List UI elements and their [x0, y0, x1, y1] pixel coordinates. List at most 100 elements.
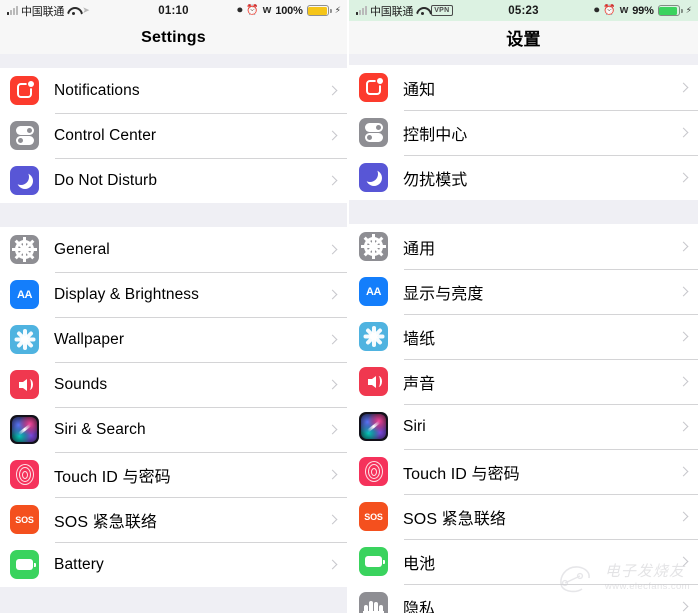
rotation-lock-icon: ⏺: [594, 4, 600, 16]
row-label: 墙纸: [403, 330, 436, 348]
sidebar-item-notifications[interactable]: Notifications: [0, 68, 347, 113]
left-nav-bar: Settings: [0, 21, 347, 54]
status-bar-right-group: ⏺ ⏰ w 99% ⚡: [594, 5, 692, 17]
row-label: 隐私: [403, 600, 436, 613]
battery-icon: [306, 5, 332, 16]
general-gear-icon: [359, 232, 388, 261]
display-brightness-icon: AA: [359, 277, 388, 306]
carrier-label: 中国联通: [21, 5, 65, 18]
row-label: 显示与亮度: [403, 285, 484, 303]
group-separator: [349, 200, 698, 224]
sidebar-item-siri[interactable]: Siri: [349, 404, 698, 449]
general-gear-icon: [10, 235, 39, 264]
battery-percent-label: 100%: [275, 4, 303, 17]
row-label: Touch ID 与密码: [403, 465, 520, 483]
row-label: Siri & Search: [54, 420, 146, 438]
lightning-bolt-icon: ⚡: [685, 5, 692, 15]
sos-icon: SOS: [359, 502, 388, 531]
chevron-right-icon: [327, 130, 338, 141]
row-label: Siri: [403, 417, 426, 435]
sidebar-item-wallpaper[interactable]: Wallpaper: [0, 317, 347, 362]
right-settings-list[interactable]: 通知 控制中心 勿扰模式 通用 AA 显示与亮度 墙纸 声音 Siri Touc…: [349, 54, 698, 613]
sidebar-item-general[interactable]: 通用: [349, 224, 698, 269]
sidebar-item-sounds[interactable]: 声音: [349, 359, 698, 404]
bluetooth-icon: w: [619, 4, 629, 16]
alarm-clock-icon: ⏰: [246, 4, 259, 16]
sos-icon: SOS: [10, 505, 39, 534]
sidebar-item-battery[interactable]: 电池: [349, 539, 698, 584]
signal-bars-icon: [7, 6, 18, 15]
list-top-spacer: [349, 54, 698, 65]
sidebar-item-touch-id[interactable]: Touch ID 与密码: [0, 452, 347, 497]
signal-bars-icon: [356, 6, 367, 15]
notifications-icon: [359, 73, 388, 102]
sidebar-item-sounds[interactable]: Sounds: [0, 362, 347, 407]
row-label: 声音: [403, 375, 436, 393]
sidebar-item-general[interactable]: General: [0, 227, 347, 272]
row-label: General: [54, 240, 110, 258]
right-settings-screen: 中国联通 VPN 05:23 ⏺ ⏰ w 99% ⚡ 设置 通知 控制中心 勿扰…: [349, 0, 698, 613]
row-label: Wallpaper: [54, 330, 125, 348]
notifications-icon: [10, 76, 39, 105]
display-brightness-icon: AA: [10, 280, 39, 309]
sidebar-item-wallpaper[interactable]: 墙纸: [349, 314, 698, 359]
sidebar-item-control-center[interactable]: 控制中心: [349, 110, 698, 155]
left-settings-screen: 中国联通 ➤ 01:10 ⏺ ⏰ w 100% ⚡ Settings Notif…: [0, 0, 349, 613]
battery-settings-icon: [359, 547, 388, 576]
siri-icon: [359, 412, 388, 441]
row-label: Battery: [54, 555, 104, 573]
chevron-right-icon: [678, 601, 689, 612]
sidebar-item-battery[interactable]: Battery: [0, 542, 347, 587]
sidebar-item-sos[interactable]: SOS SOS 紧急联络: [0, 497, 347, 542]
sidebar-item-notifications[interactable]: 通知: [349, 65, 698, 110]
row-label: Sounds: [54, 375, 108, 393]
touch-id-icon: [10, 460, 39, 489]
do-not-disturb-icon: [10, 166, 39, 195]
settings-group-system: General AA Display & Brightness Wallpape…: [0, 227, 347, 587]
chevron-right-icon: [678, 172, 689, 183]
row-label: SOS 紧急联络: [54, 513, 158, 531]
row-label: 电池: [403, 555, 436, 573]
sidebar-item-display-brightness[interactable]: AA 显示与亮度: [349, 269, 698, 314]
sidebar-item-do-not-disturb[interactable]: 勿扰模式: [349, 155, 698, 200]
chevron-right-icon: [327, 379, 338, 390]
sidebar-item-display-brightness[interactable]: AA Display & Brightness: [0, 272, 347, 317]
chevron-right-icon: [678, 127, 689, 138]
settings-group-system: 通用 AA 显示与亮度 墙纸 声音 Siri Touch ID 与密码 SOS …: [349, 224, 698, 613]
rotation-lock-icon: ⏺: [237, 4, 243, 16]
page-title: Settings: [141, 28, 206, 46]
chevron-right-icon: [327, 469, 338, 480]
battery-settings-icon: [10, 550, 39, 579]
row-label: Display & Brightness: [54, 285, 200, 303]
sidebar-item-siri-search[interactable]: Siri & Search: [0, 407, 347, 452]
sidebar-item-control-center[interactable]: Control Center: [0, 113, 347, 158]
privacy-icon: [359, 592, 388, 613]
wallpaper-icon: [359, 322, 388, 351]
control-center-icon: [359, 118, 388, 147]
chevron-right-icon: [327, 244, 338, 255]
sidebar-item-do-not-disturb[interactable]: Do Not Disturb: [0, 158, 347, 203]
page-title: 设置: [506, 30, 541, 49]
left-status-bar: 中国联通 ➤ 01:10 ⏺ ⏰ w 100% ⚡: [0, 0, 347, 21]
settings-screenshot-pair: 中国联通 ➤ 01:10 ⏺ ⏰ w 100% ⚡ Settings Notif…: [0, 0, 700, 613]
status-bar-left-group: 中国联通 ➤: [7, 3, 90, 19]
chevron-right-icon: [678, 421, 689, 432]
chevron-right-icon: [327, 289, 338, 300]
battery-percent-label: 99%: [632, 4, 654, 17]
chevron-right-icon: [327, 424, 338, 435]
lightning-bolt-icon: ⚡: [334, 5, 341, 15]
chevron-right-icon: [327, 334, 338, 345]
sidebar-item-touch-id[interactable]: Touch ID 与密码: [349, 449, 698, 494]
wifi-icon: [416, 6, 428, 16]
chevron-right-icon: [678, 241, 689, 252]
battery-icon: [657, 5, 683, 16]
control-center-icon: [10, 121, 39, 150]
chevron-right-icon: [327, 175, 338, 186]
left-settings-list[interactable]: Notifications Control Center Do Not Dist…: [0, 54, 347, 587]
right-status-bar: 中国联通 VPN 05:23 ⏺ ⏰ w 99% ⚡: [349, 0, 698, 21]
chevron-right-icon: [327, 514, 338, 525]
sidebar-item-privacy[interactable]: 隐私: [349, 584, 698, 613]
settings-group-notifications: 通知 控制中心 勿扰模式: [349, 65, 698, 200]
chevron-right-icon: [327, 85, 338, 96]
sidebar-item-sos[interactable]: SOS SOS 紧急联络: [349, 494, 698, 539]
